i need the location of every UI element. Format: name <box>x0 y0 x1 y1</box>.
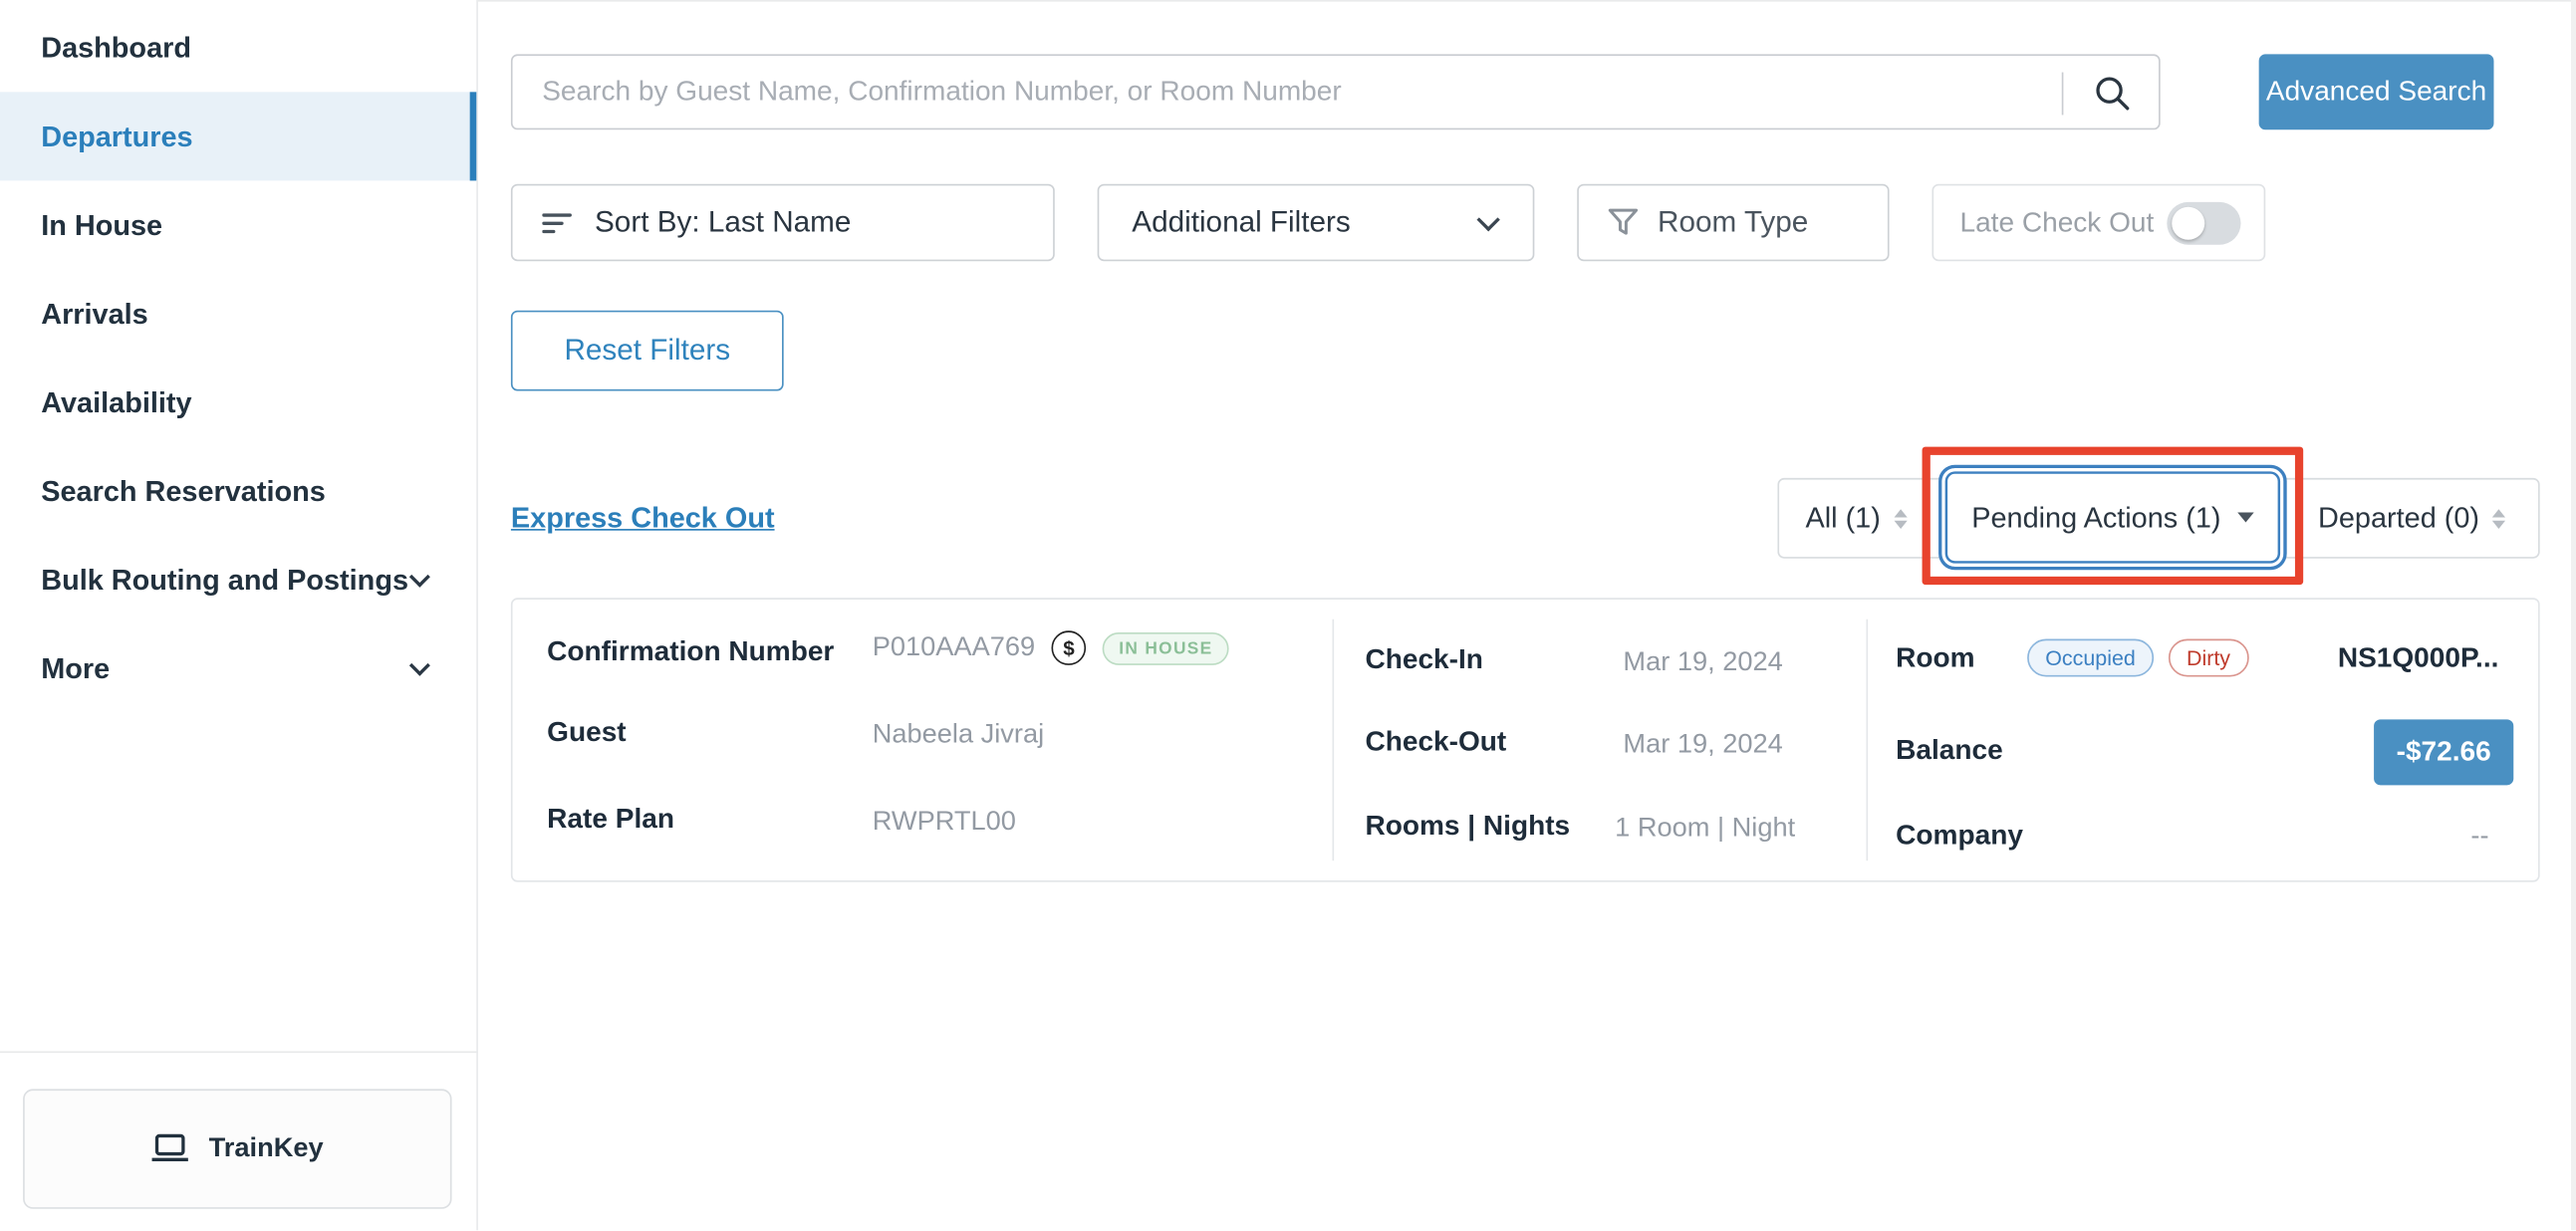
sort-icon <box>542 209 573 235</box>
room-label: Room <box>1896 642 1974 675</box>
sidebar-item-label: Dashboard <box>41 31 191 64</box>
card-divider <box>1333 619 1335 861</box>
scrollbar-track[interactable] <box>2571 0 2576 1231</box>
rate-plan-value: RWPRTL00 <box>873 805 1016 838</box>
late-checkout-control: Late Check Out <box>1932 184 2265 262</box>
confirmation-number-row: P010AAA769 $ IN HOUSE <box>873 630 1229 665</box>
express-checkout-label: Express Check Out <box>511 501 775 534</box>
sort-arrows-icon <box>2492 508 2505 528</box>
sidebar-item-departures[interactable]: Departures <box>0 92 476 180</box>
rooms-nights-label: Rooms | Nights <box>1365 810 1570 843</box>
check-out-value: Mar 19, 2024 <box>1623 728 1782 761</box>
late-checkout-toggle[interactable] <box>2167 201 2240 244</box>
sidebar-item-arrivals[interactable]: Arrivals <box>0 269 476 358</box>
sidebar-item-dashboard[interactable]: Dashboard <box>0 3 476 92</box>
folio-dollar-icon[interactable]: $ <box>1052 630 1087 665</box>
additional-filters-dropdown[interactable]: Additional Filters <box>1098 184 1535 262</box>
sidebar-item-in-house[interactable]: In House <box>0 180 476 269</box>
sidebar-item-label: Availability <box>41 386 191 419</box>
chevron-down-icon <box>1477 207 1500 230</box>
tab-departed-label: Departed (0) <box>2318 501 2479 536</box>
trainkey-button[interactable]: TrainKey <box>23 1089 451 1208</box>
reservation-card[interactable]: Confirmation Number P010AAA769 $ IN HOUS… <box>511 598 2540 881</box>
tab-pending-actions[interactable]: Pending Actions (1) <box>1938 465 2287 571</box>
tab-all[interactable]: All (1) <box>1805 480 1907 558</box>
sidebar-item-search-reservations[interactable]: Search Reservations <box>0 447 476 536</box>
confirmation-number-value: P010AAA769 <box>873 632 1035 663</box>
sidebar-item-label: Departures <box>41 120 192 152</box>
check-in-value: Mar 19, 2024 <box>1623 645 1782 678</box>
sidebar-item-label: Bulk Routing and Postings <box>41 564 408 597</box>
in-house-badge: IN HOUSE <box>1103 631 1229 664</box>
occupied-status-badge: Occupied <box>2027 639 2154 677</box>
guest-value: Nabeela Jivraj <box>873 718 1044 751</box>
search-icon[interactable] <box>2093 74 2133 114</box>
caret-down-icon <box>2237 513 2253 523</box>
balance-label: Balance <box>1896 734 2003 767</box>
sort-arrows-icon <box>1894 508 1907 528</box>
rooms-nights-value: 1 Room | Night <box>1615 812 1795 845</box>
check-in-label: Check-In <box>1365 643 1482 676</box>
search-divider <box>2062 73 2064 116</box>
sort-by-label: Sort By: Last Name <box>595 205 851 240</box>
main-content: Advanced Search Sort By: Last Name Addit… <box>478 0 2576 1231</box>
dirty-status-badge: Dirty <box>2169 639 2248 677</box>
additional-filters-label: Additional Filters <box>1132 205 1350 240</box>
advanced-search-label: Advanced Search <box>2266 76 2486 109</box>
filter-funnel-icon <box>1609 208 1639 236</box>
room-number-value: NS1Q000P... <box>2338 642 2499 675</box>
laptop-icon <box>151 1133 189 1164</box>
chevron-down-icon <box>409 567 430 588</box>
rate-plan-label: Rate Plan <box>547 803 674 836</box>
tab-pending-actions-label: Pending Actions (1) <box>1971 500 2220 535</box>
late-checkout-label: Late Check Out <box>1959 206 2154 239</box>
trainkey-label: TrainKey <box>209 1133 324 1164</box>
sidebar-item-label: In House <box>41 208 162 241</box>
sort-by-button[interactable]: Sort By: Last Name <box>511 184 1055 262</box>
room-status-pills: Occupied Dirty <box>2027 639 2248 677</box>
balance-badge: -$72.66 <box>2374 719 2513 785</box>
company-value: -- <box>2470 822 2488 853</box>
express-checkout-link[interactable]: Express Check Out <box>511 501 775 536</box>
check-out-label: Check-Out <box>1365 726 1506 759</box>
page: Dashboard Departures In House Arrivals A… <box>0 0 2576 1231</box>
sidebar-item-availability[interactable]: Availability <box>0 359 476 447</box>
confirmation-number-label: Confirmation Number <box>547 635 834 668</box>
card-divider <box>1866 619 1868 861</box>
sidebar-item-label: More <box>41 652 110 685</box>
tab-departed[interactable]: Departed (0) <box>2318 480 2505 558</box>
company-label: Company <box>1896 820 2023 853</box>
sidebar-item-bulk-routing[interactable]: Bulk Routing and Postings <box>0 536 476 624</box>
reset-filters-button[interactable]: Reset Filters <box>511 311 784 391</box>
toggle-knob <box>2172 206 2204 239</box>
sidebar-item-label: Search Reservations <box>41 475 326 508</box>
tab-all-label: All (1) <box>1805 501 1880 536</box>
search-input[interactable] <box>513 56 2008 128</box>
sidebar-item-label: Arrivals <box>41 298 148 331</box>
guest-label: Guest <box>547 716 626 749</box>
sidebar: Dashboard Departures In House Arrivals A… <box>0 0 478 1231</box>
sidebar-divider <box>0 1051 478 1053</box>
chevron-down-icon <box>409 655 430 676</box>
advanced-search-button[interactable]: Advanced Search <box>2259 54 2494 129</box>
search-bar <box>511 54 2161 129</box>
sidebar-item-more[interactable]: More <box>0 624 476 713</box>
room-type-button[interactable]: Room Type <box>1577 184 1889 262</box>
reset-filters-label: Reset Filters <box>564 334 730 369</box>
room-type-label: Room Type <box>1658 205 1808 240</box>
